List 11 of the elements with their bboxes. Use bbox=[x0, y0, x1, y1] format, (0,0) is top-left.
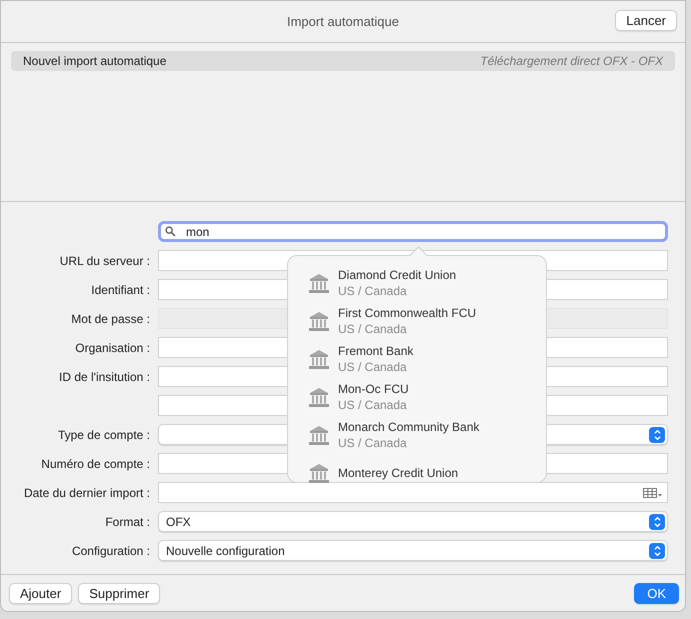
field-label: Identifiant : bbox=[91, 282, 150, 296]
field-label: Organisation : bbox=[75, 340, 150, 354]
field-label: URL du serveur : bbox=[60, 254, 150, 268]
field-label: Date du dernier import : bbox=[24, 486, 150, 500]
field-label: Mot de passe : bbox=[71, 312, 150, 326]
field-label: Type de compte : bbox=[58, 428, 150, 442]
field-label: Numéro de compte : bbox=[41, 456, 150, 470]
field-label: Configuration : bbox=[72, 544, 150, 558]
window-title: Import automatique bbox=[286, 14, 399, 29]
field-label: ID de l'insitution : bbox=[58, 370, 150, 384]
field-label: Format : bbox=[105, 514, 150, 528]
